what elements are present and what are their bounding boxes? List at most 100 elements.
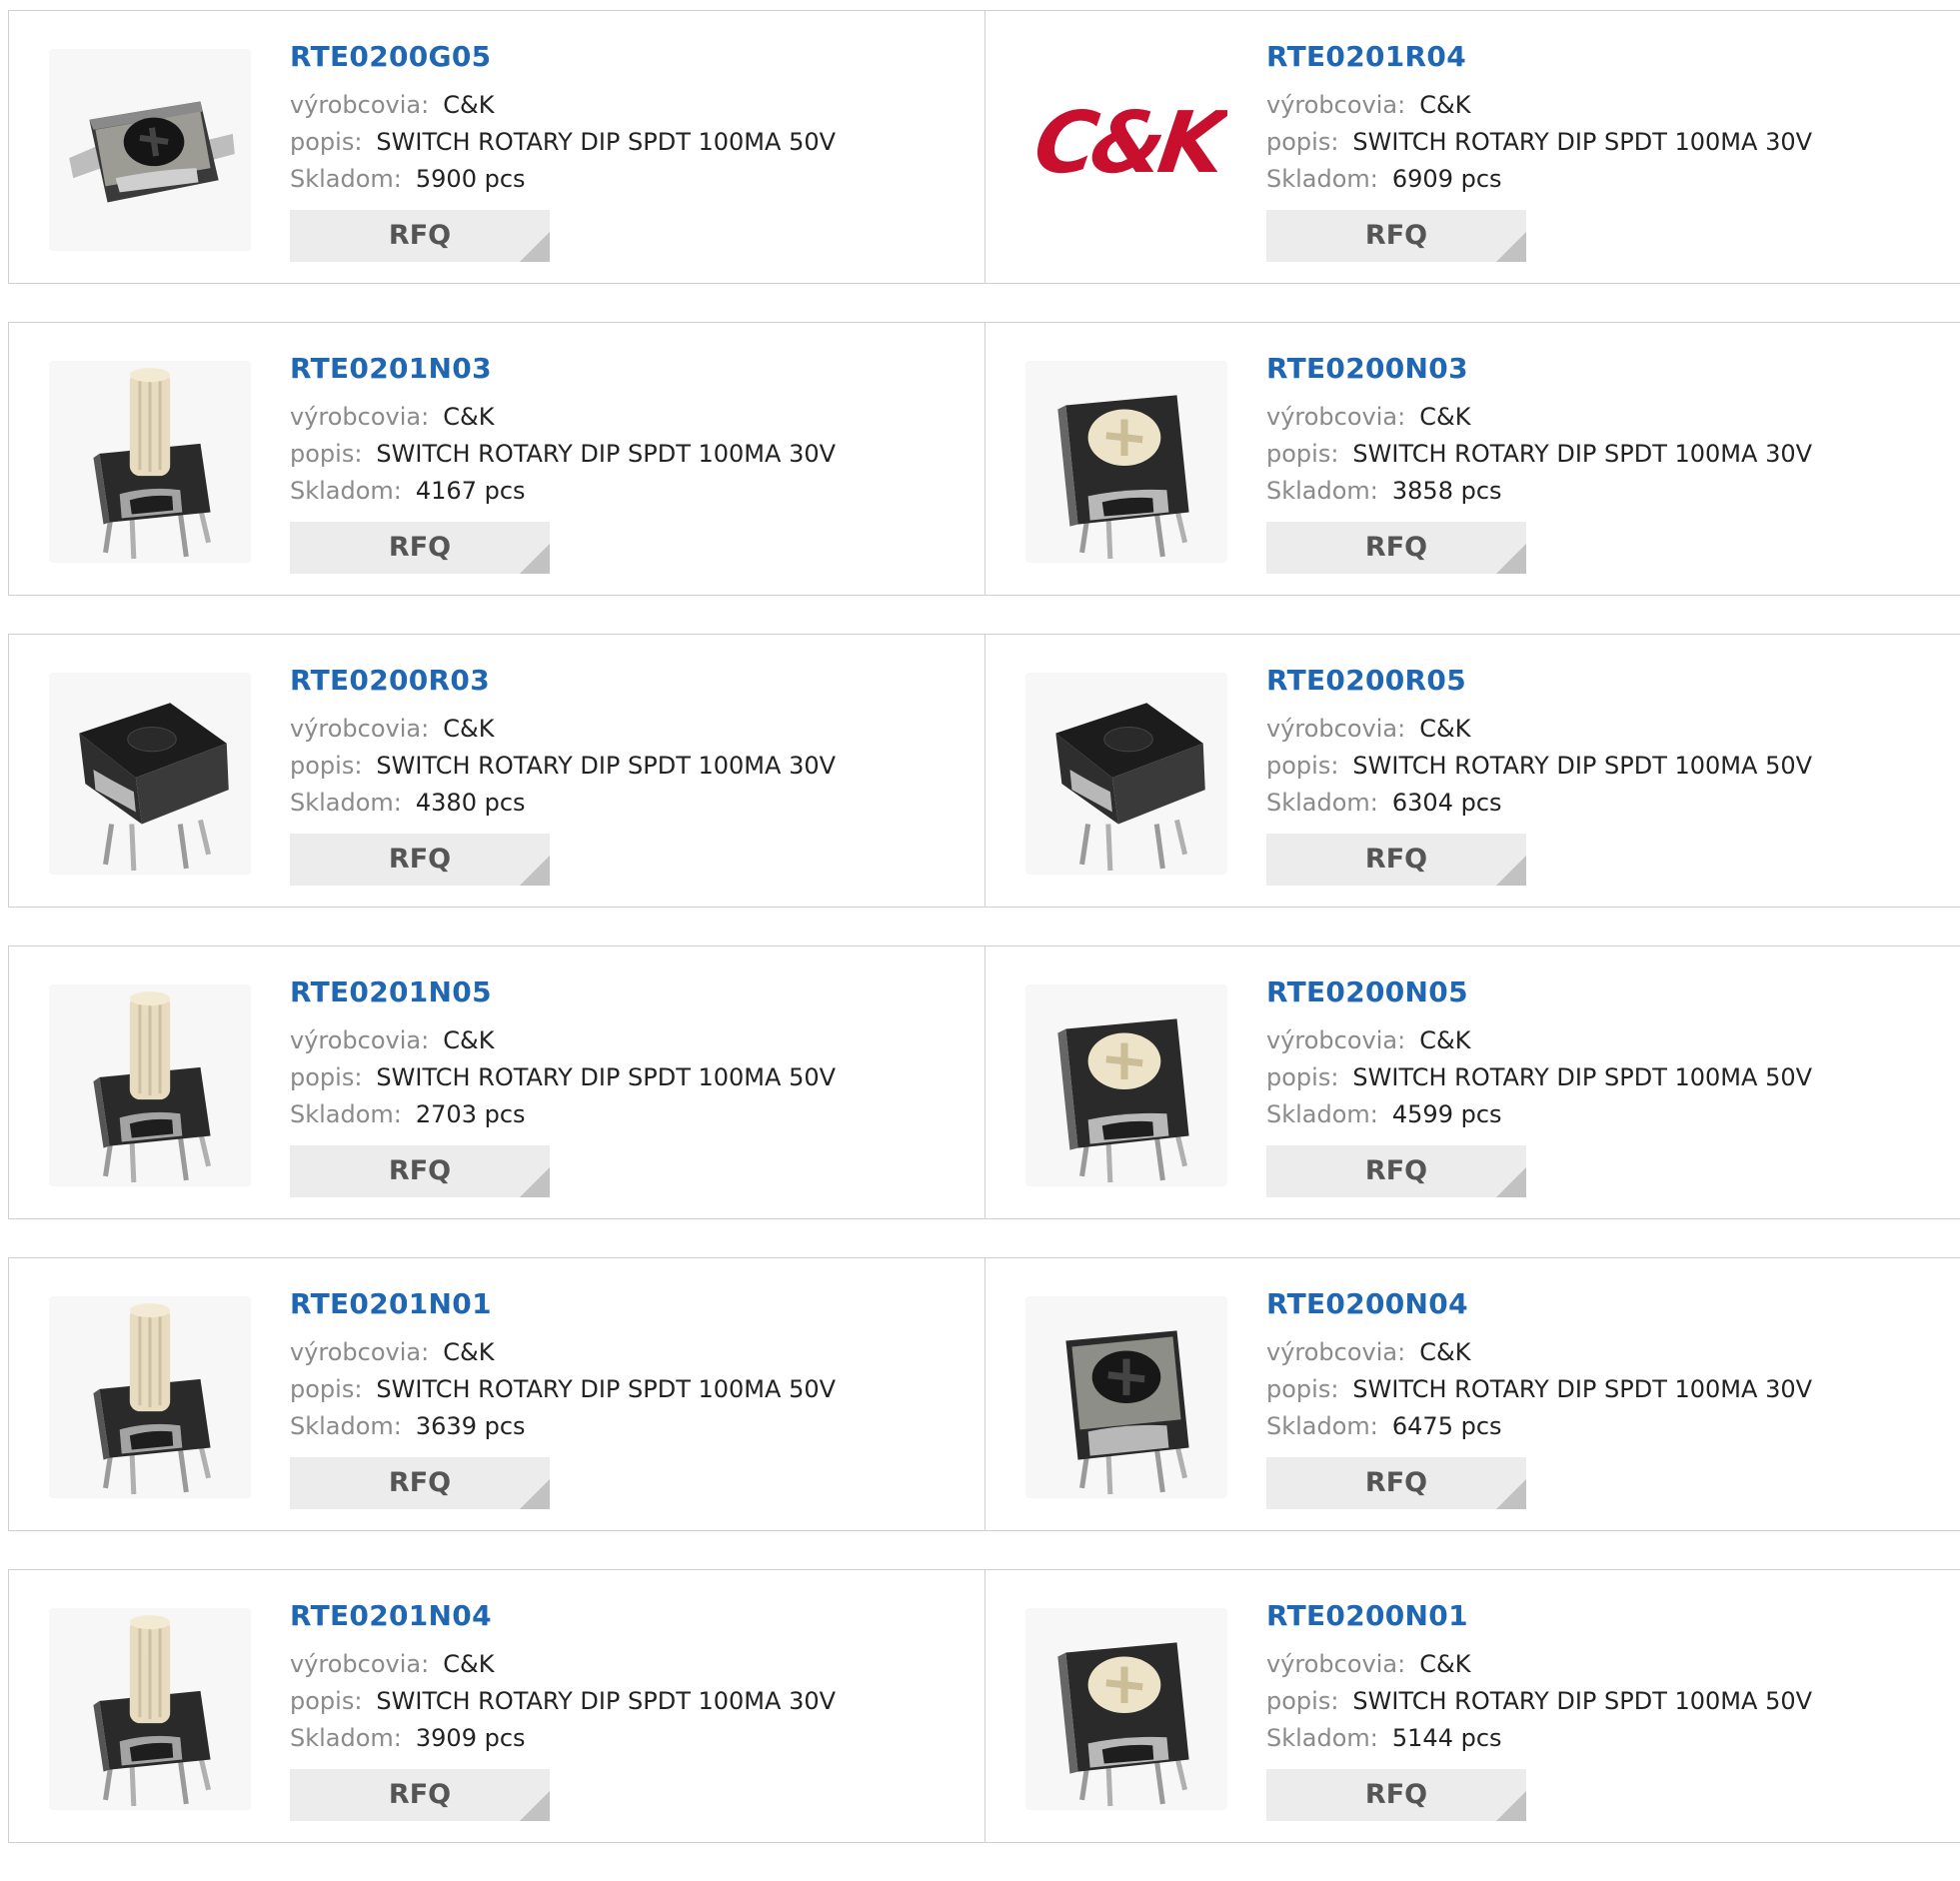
corner-triangle-icon [1496,232,1526,262]
part-number-link[interactable]: RTE0200N04 [1266,1286,1940,1322]
product-image[interactable] [49,1608,251,1810]
part-number-link[interactable]: RTE0201N05 [290,974,965,1010]
part-number-link[interactable]: RTE0200R03 [290,663,965,699]
product-image[interactable]: C&K [1025,49,1227,251]
rfq-button[interactable]: RFQ [290,210,550,262]
description-label: popis: [1266,752,1339,780]
rfq-button[interactable]: RFQ [290,834,550,886]
description-value: SWITCH ROTARY DIP SPDT 100MA 30V [1352,440,1813,468]
rfq-label: RFQ [1364,220,1428,251]
product-image[interactable] [1025,984,1227,1186]
rfq-label: RFQ [388,532,452,563]
stock-line: Skladom: 5900 pcs [290,161,965,198]
part-number-link[interactable]: RTE0201N01 [290,1286,965,1322]
part-number-link[interactable]: RTE0200N05 [1266,974,1940,1010]
manufacturer-line: výrobcovia: C&K [290,711,965,748]
stock-label: Skladom: [290,477,402,505]
rfq-button[interactable]: RFQ [290,1769,550,1821]
product-image[interactable] [49,984,251,1186]
stock-label: Skladom: [290,789,402,817]
product-info: RTE0201N05 výrobcovia: C&K popis: SWITCH R… [290,974,965,1197]
corner-triangle-icon [1496,856,1526,886]
product-image[interactable] [1025,673,1227,875]
rfq-label: RFQ [1364,844,1428,875]
stock-value: 6475 pcs [1391,1412,1502,1440]
part-number-link[interactable]: RTE0200N03 [1266,351,1940,387]
description-value: SWITCH ROTARY DIP SPDT 100MA 30V [376,752,837,780]
part-number-link[interactable]: RTE0200R05 [1266,663,1940,699]
manufacturer-value: C&K [1419,91,1471,119]
product-card: RTE0200N05 výrobcovia: C&K popis: SWITCH R… [985,946,1960,1218]
rfq-button[interactable]: RFQ [1266,1457,1526,1509]
part-number-link[interactable]: RTE0200N01 [1266,1598,1940,1634]
product-info: RTE0201R04 výrobcovia: C&K popis: SWITCH R… [1266,39,1940,262]
manufacturer-line: výrobcovia: C&K [290,1022,965,1059]
product-info: RTE0201N04 výrobcovia: C&K popis: SWITCH R… [290,1598,965,1821]
product-image[interactable] [49,673,251,875]
manufacturer-label: výrobcovia: [1266,403,1406,431]
description-label: popis: [1266,1375,1339,1403]
part-number-link[interactable]: RTE0201R04 [1266,39,1940,75]
stock-line: Skladom: 3858 pcs [1266,473,1940,510]
stock-label: Skladom: [290,1412,402,1440]
product-image[interactable] [1025,1608,1227,1810]
description-label: popis: [1266,128,1339,156]
rfq-button[interactable]: RFQ [290,1145,550,1197]
manufacturer-line: výrobcovia: C&K [1266,711,1940,748]
stock-line: Skladom: 4599 pcs [1266,1096,1940,1133]
product-image[interactable] [49,1296,251,1498]
stock-value: 6909 pcs [1391,165,1502,193]
rfq-button[interactable]: RFQ [1266,522,1526,574]
corner-triangle-icon [1496,1479,1526,1509]
manufacturer-label: výrobcovia: [290,91,430,119]
product-card: RTE0201N04 výrobcovia: C&K popis: SWITCH R… [8,1570,985,1842]
description-label: popis: [290,752,363,780]
product-image[interactable] [49,361,251,563]
rfq-button[interactable]: RFQ [290,522,550,574]
corner-triangle-icon [1496,1791,1526,1821]
description-line: popis: SWITCH ROTARY DIP SPDT 100MA 30V [290,436,965,473]
corner-triangle-icon [520,1167,550,1197]
manufacturer-line: výrobcovia: C&K [290,87,965,124]
part-number-link[interactable]: RTE0200G05 [290,39,965,75]
manufacturer-label: výrobcovia: [290,1026,430,1054]
stock-line: Skladom: 3909 pcs [290,1720,965,1757]
rfq-button[interactable]: RFQ [1266,1769,1526,1821]
product-image[interactable] [1025,1296,1227,1498]
description-line: popis: SWITCH ROTARY DIP SPDT 100MA 30V [1266,124,1940,161]
description-label: popis: [1266,440,1339,468]
manufacturer-line: výrobcovia: C&K [290,1334,965,1371]
rfq-button[interactable]: RFQ [1266,210,1526,262]
product-image[interactable] [1025,361,1227,563]
description-label: popis: [290,440,363,468]
stock-value: 5144 pcs [1391,1724,1502,1752]
manufacturer-label: výrobcovia: [290,403,430,431]
description-line: popis: SWITCH ROTARY DIP SPDT 100MA 50V [290,124,965,161]
manufacturer-value: C&K [1419,1338,1471,1366]
corner-triangle-icon [1496,544,1526,574]
product-card: RTE0200N01 výrobcovia: C&K popis: SWITCH R… [985,1570,1960,1842]
product-card: RTE0200G05 výrobcovia: C&K popis: SWITCH R… [8,11,985,283]
manufacturer-value: C&K [443,91,495,119]
part-number-link[interactable]: RTE0201N04 [290,1598,965,1634]
svg-text:C&K: C&K [1028,95,1227,194]
rfq-label: RFQ [388,1155,452,1186]
description-line: popis: SWITCH ROTARY DIP SPDT 100MA 50V [1266,1683,1940,1720]
rfq-label: RFQ [388,1467,452,1498]
rfq-label: RFQ [388,844,452,875]
product-info: RTE0200N05 výrobcovia: C&K popis: SWITCH R… [1266,974,1940,1197]
product-info: RTE0200N01 výrobcovia: C&K popis: SWITCH R… [1266,1598,1940,1821]
product-info: RTE0200N04 výrobcovia: C&K popis: SWITCH R… [1266,1286,1940,1509]
manufacturer-label: výrobcovia: [290,1650,430,1678]
product-row: RTE0201N01 výrobcovia: C&K popis: SWITCH R… [8,1257,1960,1531]
stock-line: Skladom: 6475 pcs [1266,1408,1940,1445]
rfq-button[interactable]: RFQ [1266,834,1526,886]
corner-triangle-icon [1496,1167,1526,1197]
rfq-button[interactable]: RFQ [290,1457,550,1509]
manufacturer-line: výrobcovia: C&K [1266,1334,1940,1371]
part-number-link[interactable]: RTE0201N03 [290,351,965,387]
stock-line: Skladom: 4380 pcs [290,785,965,822]
rfq-button[interactable]: RFQ [1266,1145,1526,1197]
product-image[interactable] [49,49,251,251]
description-line: popis: SWITCH ROTARY DIP SPDT 100MA 30V [290,748,965,785]
